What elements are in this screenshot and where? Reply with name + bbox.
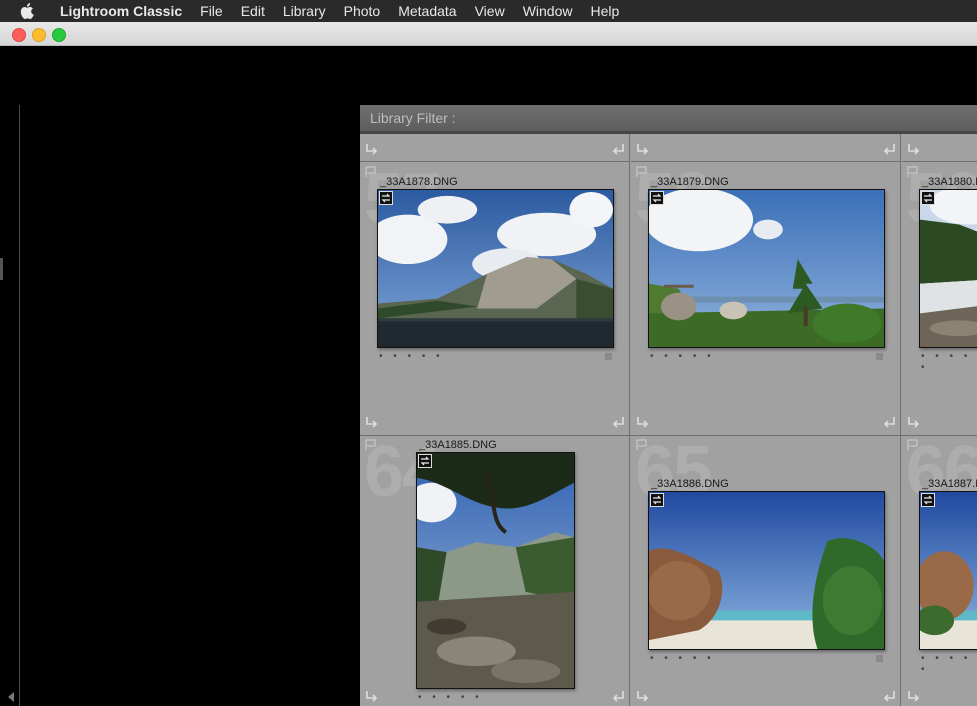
flag-icon[interactable] bbox=[907, 439, 918, 450]
window-title-bar bbox=[0, 22, 977, 46]
collapse-left-panel-icon[interactable] bbox=[8, 692, 14, 702]
badge-marker-icon bbox=[876, 353, 883, 360]
library-filter-label: Library Filter : bbox=[370, 110, 456, 126]
flag-icon[interactable] bbox=[365, 439, 376, 450]
thumbnail-filename: _33A1886.DNG bbox=[651, 478, 729, 490]
rotate-right-icon[interactable] bbox=[881, 416, 897, 430]
library-grid-area: Library Filter : 57 _33A1878.DNG bbox=[360, 105, 977, 706]
rating-dots[interactable]: • • • • • bbox=[921, 653, 977, 675]
develop-settings-icon bbox=[379, 191, 393, 205]
rotate-right-icon[interactable] bbox=[610, 690, 626, 704]
menu-app-name[interactable]: Lightroom Classic bbox=[46, 0, 191, 22]
badge-marker-icon bbox=[876, 655, 883, 662]
photo-forest-path bbox=[417, 453, 574, 688]
menu-help[interactable]: Help bbox=[581, 0, 628, 22]
left-panel-divider bbox=[19, 105, 20, 706]
develop-settings-icon bbox=[921, 191, 935, 205]
photo-thumbnail[interactable] bbox=[648, 491, 885, 650]
photo-thumbnail[interactable] bbox=[416, 452, 575, 689]
photo-coast-pine bbox=[649, 190, 884, 347]
photo-thumbnail[interactable] bbox=[919, 491, 977, 650]
minimize-window-button[interactable] bbox=[32, 28, 46, 42]
develop-settings-icon bbox=[650, 191, 664, 205]
rotate-right-icon[interactable] bbox=[610, 143, 626, 157]
rotate-right-icon[interactable] bbox=[610, 416, 626, 430]
grid-cell[interactable]: 58 _33A1879.DNG bbox=[631, 134, 901, 435]
menu-metadata[interactable]: Metadata bbox=[389, 0, 465, 22]
menu-window[interactable]: Window bbox=[514, 0, 582, 22]
rating-dots[interactable]: • • • • • bbox=[921, 351, 977, 373]
menu-bar: Lightroom Classic File Edit Library Phot… bbox=[0, 0, 977, 22]
thumbnail-filename: _33A1885.DNG bbox=[419, 439, 497, 451]
menu-view[interactable]: View bbox=[466, 0, 514, 22]
rotate-left-icon[interactable] bbox=[635, 690, 651, 704]
photo-beach-trees bbox=[649, 492, 884, 649]
menu-photo[interactable]: Photo bbox=[335, 0, 390, 22]
grid-cell[interactable]: 65 _33A1886.DNG • • • • • bbox=[631, 435, 901, 706]
grid-cell[interactable]: 66 _33A1887.DNG • • • bbox=[902, 435, 977, 706]
grid-cell[interactable]: 59 _33A1880.DNG bbox=[902, 134, 977, 435]
thumbnail-grid: 57 _33A1878.DNG bbox=[360, 134, 977, 706]
thumbnail-filename: _33A1887.DNG bbox=[922, 478, 977, 490]
develop-settings-icon bbox=[650, 493, 664, 507]
rating-dots[interactable]: • • • • • bbox=[650, 351, 715, 362]
flag-icon[interactable] bbox=[636, 166, 647, 177]
library-filter-bar[interactable]: Library Filter : bbox=[360, 105, 977, 134]
badge-marker-icon bbox=[605, 353, 612, 360]
photo-snowy-trail bbox=[920, 190, 977, 347]
menu-library[interactable]: Library bbox=[274, 0, 335, 22]
photo-lake-mountain bbox=[378, 190, 613, 347]
panel-edge-handle[interactable] bbox=[0, 258, 3, 280]
grid-cell[interactable]: 64 _33A1885.DNG • • • • • bbox=[360, 435, 630, 706]
develop-settings-icon bbox=[921, 493, 935, 507]
menu-file[interactable]: File bbox=[191, 0, 232, 22]
photo-beach-tree-closeup bbox=[920, 492, 977, 649]
rotate-left-icon[interactable] bbox=[635, 416, 651, 430]
photo-thumbnail[interactable] bbox=[377, 189, 614, 348]
close-window-button[interactable] bbox=[12, 28, 26, 42]
rating-dots[interactable]: • • • • • bbox=[650, 653, 715, 664]
photo-thumbnail[interactable] bbox=[648, 189, 885, 348]
flag-icon[interactable] bbox=[636, 439, 647, 450]
rotate-left-icon[interactable] bbox=[906, 416, 922, 430]
rotate-right-icon[interactable] bbox=[881, 690, 897, 704]
rating-dots[interactable]: • • • • • bbox=[418, 692, 483, 703]
left-panel bbox=[0, 46, 360, 706]
rotate-left-icon[interactable] bbox=[364, 416, 380, 430]
thumbnail-filename: _33A1878.DNG bbox=[380, 176, 458, 188]
thumbnail-filename: _33A1879.DNG bbox=[651, 176, 729, 188]
rotate-right-icon[interactable] bbox=[881, 143, 897, 157]
grid-row-divider bbox=[360, 435, 977, 436]
thumbnail-filename: _33A1880.DNG bbox=[922, 176, 977, 188]
grid-cell[interactable]: 57 _33A1878.DNG bbox=[360, 134, 630, 435]
rotate-left-icon[interactable] bbox=[364, 690, 380, 704]
develop-settings-icon bbox=[418, 454, 432, 468]
rotate-left-icon[interactable] bbox=[906, 690, 922, 704]
apple-icon[interactable] bbox=[20, 3, 34, 19]
zoom-window-button[interactable] bbox=[52, 28, 66, 42]
flag-icon[interactable] bbox=[907, 166, 918, 177]
rating-dots[interactable]: • • • • • bbox=[379, 351, 444, 362]
photo-thumbnail[interactable] bbox=[919, 189, 977, 348]
menu-edit[interactable]: Edit bbox=[232, 0, 274, 22]
flag-icon[interactable] bbox=[365, 166, 376, 177]
